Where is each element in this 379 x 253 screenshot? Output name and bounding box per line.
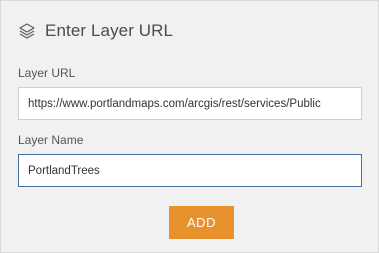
layer-url-label: Layer URL [18,66,76,80]
panel-header: Enter Layer URL [18,19,173,43]
panel-title: Enter Layer URL [45,21,174,40]
layer-url-input[interactable] [18,87,362,120]
layer-name-input[interactable] [18,154,362,187]
enter-layer-url-panel: Enter Layer URL Layer URL Layer Name ADD [0,0,379,253]
layer-name-label: Layer Name [18,133,84,147]
add-button[interactable]: ADD [169,206,234,239]
layers-icon [18,22,36,40]
